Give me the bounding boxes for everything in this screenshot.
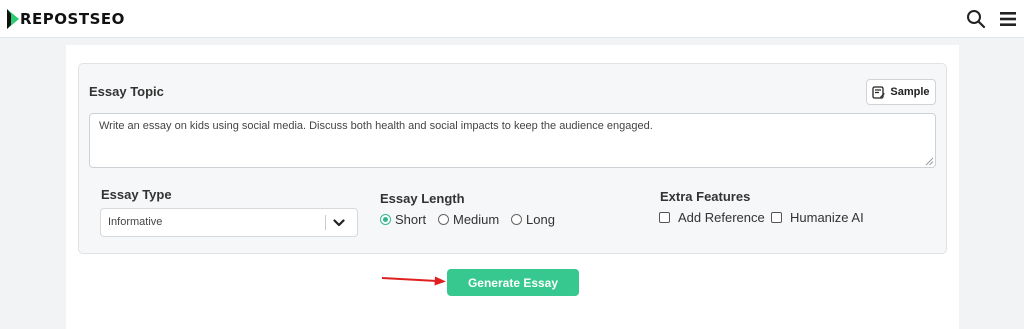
document-edit-icon (872, 85, 886, 99)
checkbox[interactable] (771, 212, 782, 223)
radio-button[interactable] (438, 214, 449, 225)
length-option-label: Long (526, 212, 555, 227)
essay-type-value: Informative (108, 216, 163, 228)
essay-topic-label: Essay Topic (89, 84, 164, 99)
essay-topic-input[interactable]: Write an essay on kids using social medi… (89, 113, 936, 168)
search-icon (967, 10, 986, 29)
checkbox-label: Humanize AI (790, 210, 864, 225)
length-option-short[interactable]: Short (380, 212, 426, 227)
length-option-label: Medium (453, 212, 500, 227)
checkbox[interactable] (659, 212, 670, 223)
search-button[interactable] (966, 9, 986, 29)
radio-button[interactable] (511, 214, 522, 225)
chevron-down-icon (333, 219, 345, 227)
hamburger-menu-icon (1000, 12, 1016, 26)
essay-type-select[interactable]: Informative (100, 208, 358, 237)
select-divider (325, 215, 326, 230)
radio-button-checked[interactable] (380, 214, 391, 225)
logo-play-icon (7, 9, 19, 29)
add-reference-checkbox[interactable]: Add Reference (659, 210, 765, 225)
essay-length-label: Essay Length (380, 191, 465, 206)
length-option-long[interactable]: Long (511, 212, 555, 227)
logo-text: REPOSTSEO (20, 10, 125, 28)
checkbox-label: Add Reference (678, 210, 765, 225)
red-arrow-annotation-icon (381, 276, 446, 286)
humanize-ai-checkbox[interactable]: Humanize AI (771, 210, 864, 225)
generate-essay-button[interactable]: Generate Essay (447, 269, 579, 296)
sample-button-label: Sample (890, 86, 930, 98)
essay-type-label: Essay Type (101, 187, 172, 202)
length-option-medium[interactable]: Medium (438, 212, 499, 227)
resize-grip-icon[interactable] (925, 157, 934, 166)
top-navbar: REPOSTSEO (0, 0, 1024, 38)
extra-features-label: Extra Features (660, 189, 751, 204)
site-logo[interactable]: REPOSTSEO (6, 7, 125, 31)
sample-button[interactable]: Sample (866, 79, 936, 105)
length-option-label: Short (395, 212, 427, 227)
menu-button[interactable] (998, 10, 1018, 28)
